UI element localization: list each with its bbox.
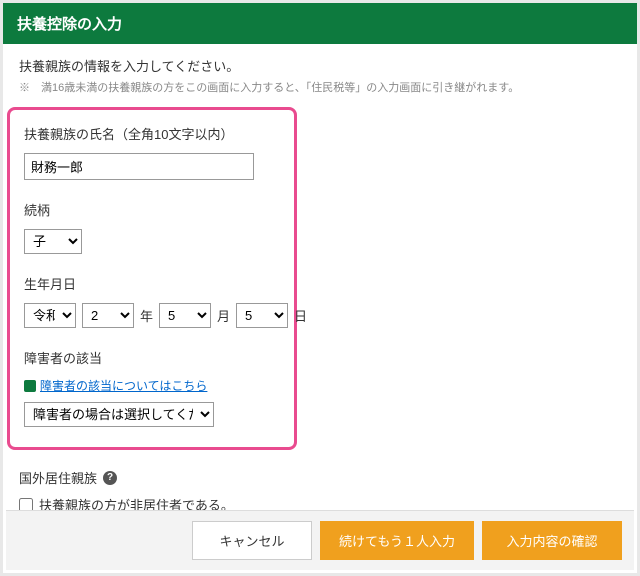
disability-link-row: 障害者の該当についてはこちら xyxy=(24,377,280,394)
year-select[interactable]: 2 xyxy=(82,303,134,328)
relation-label: 続柄 xyxy=(24,200,280,219)
dialog-header: 扶養控除の入力 xyxy=(3,3,637,44)
confirm-button[interactable]: 入力内容の確認 xyxy=(482,521,622,560)
month-suffix: 月 xyxy=(217,306,230,325)
dob-row: 令和 2 年 5 月 5 日 xyxy=(24,303,280,328)
intro-text: 扶養親族の情報を入力してください。 xyxy=(19,56,621,75)
cancel-button[interactable]: キャンセル xyxy=(192,521,312,560)
note-text: ※ 満16歳未満の扶養親族の方をこの画面に入力すると、「住民税等」の入力画面に引… xyxy=(19,79,621,95)
dialog-content: 扶養親族の情報を入力してください。 ※ 満16歳未満の扶養親族の方をこの画面に入… xyxy=(3,44,637,532)
dob-field: 生年月日 令和 2 年 5 月 5 日 xyxy=(24,274,280,328)
link-icon xyxy=(24,380,36,392)
dialog-title: 扶養控除の入力 xyxy=(17,16,122,33)
highlighted-section: 扶養親族の氏名（全角10文字以内） 続柄 子 生年月日 令和 2 年 5 月 5… xyxy=(7,107,297,450)
continue-button[interactable]: 続けてもう１人入力 xyxy=(320,521,474,560)
disability-label: 障害者の該当 xyxy=(24,348,280,367)
overseas-label: 国外居住親族 ? xyxy=(19,468,621,487)
relation-field: 続柄 子 xyxy=(24,200,280,254)
era-select[interactable]: 令和 xyxy=(24,303,76,328)
disability-field: 障害者の該当 障害者の該当についてはこちら 障害者の場合は選択してください。 xyxy=(24,348,280,427)
dialog-footer: キャンセル 続けてもう１人入力 入力内容の確認 xyxy=(6,510,634,570)
year-suffix: 年 xyxy=(140,306,153,325)
name-label: 扶養親族の氏名（全角10文字以内） xyxy=(24,124,280,143)
dob-label: 生年月日 xyxy=(24,274,280,293)
day-select[interactable]: 5 xyxy=(236,303,288,328)
relation-select[interactable]: 子 xyxy=(24,229,82,254)
name-field: 扶養親族の氏名（全角10文字以内） xyxy=(24,124,280,180)
help-icon[interactable]: ? xyxy=(103,471,117,485)
disability-select[interactable]: 障害者の場合は選択してください。 xyxy=(24,402,214,427)
month-select[interactable]: 5 xyxy=(159,303,211,328)
day-suffix: 日 xyxy=(294,306,307,325)
disability-link[interactable]: 障害者の該当についてはこちら xyxy=(40,377,207,394)
name-input[interactable] xyxy=(24,153,254,180)
